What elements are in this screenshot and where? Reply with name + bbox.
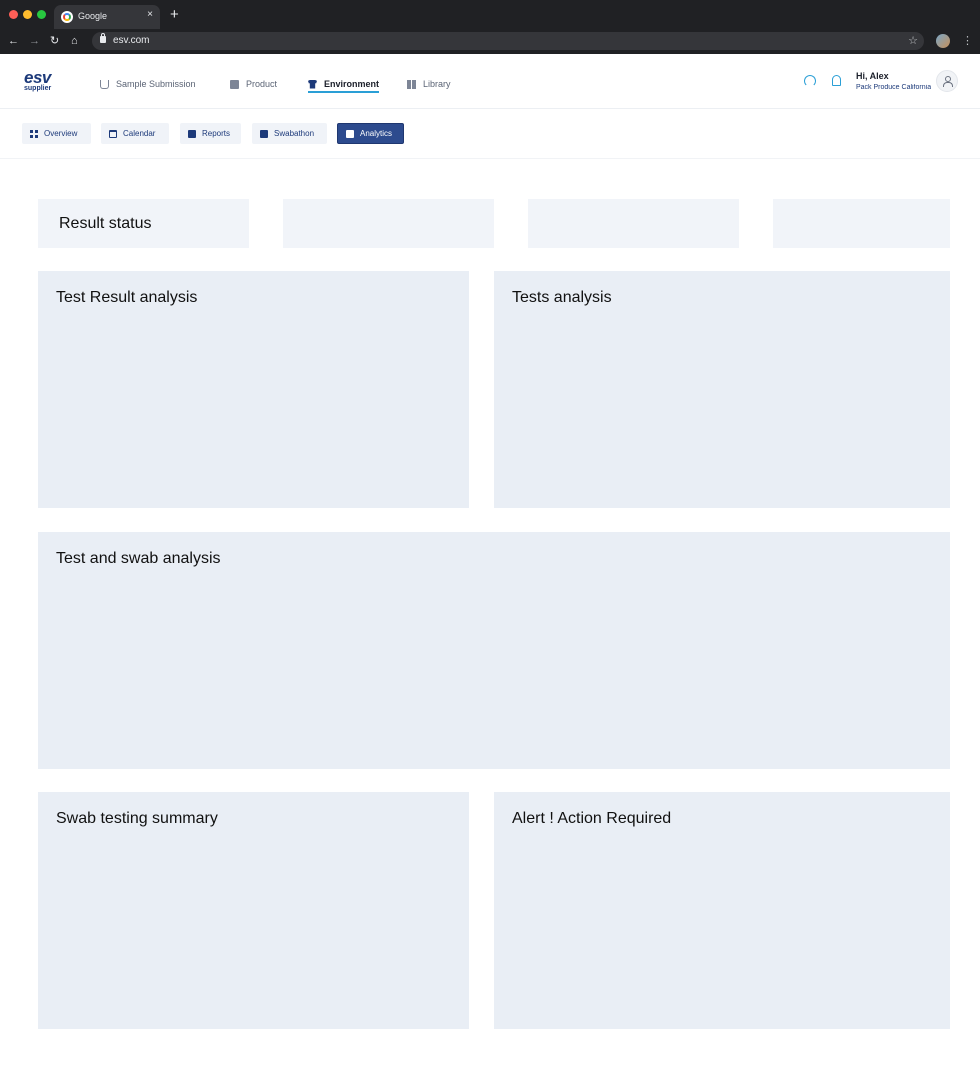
tab-analytics[interactable]: Analytics — [337, 123, 404, 144]
url-text: esv.com — [113, 35, 150, 46]
nav-label: Product — [246, 79, 278, 89]
tab-calendar[interactable]: Calendar — [101, 123, 169, 144]
tab-title: Google — [78, 11, 108, 21]
test-result-analysis-panel: Test Result analysis — [38, 271, 469, 508]
tab-label: Swabathon — [274, 129, 315, 138]
swab-testing-summary-panel: Swab testing summary — [38, 792, 469, 1029]
tab-label: Reports — [202, 129, 231, 138]
browser-menu-icon[interactable]: ⋮ — [962, 34, 973, 48]
nav-label: Environment — [324, 79, 380, 89]
status-card-placeholder — [528, 199, 739, 248]
panel-title: Alert ! Action Required — [512, 810, 672, 827]
nav-library[interactable]: Library — [407, 74, 451, 94]
support-headset-icon[interactable] — [804, 75, 816, 87]
result-status-card: Result status — [38, 199, 249, 248]
calendar-icon — [109, 129, 117, 138]
tab-overview[interactable]: Overview — [22, 123, 91, 144]
maximize-window-button[interactable] — [37, 10, 46, 19]
browser-tab[interactable]: Google × — [54, 5, 160, 29]
panel-title: Tests analysis — [512, 289, 612, 306]
nav-label: Sample Submission — [116, 79, 196, 89]
close-window-button[interactable] — [9, 10, 18, 19]
lock-icon — [100, 33, 106, 43]
nav-sample-submission[interactable]: Sample Submission — [100, 74, 196, 94]
bookmark-star-icon[interactable]: ☆ — [908, 34, 918, 47]
back-icon[interactable]: ← — [8, 34, 19, 48]
tab-label: Calendar — [123, 129, 156, 138]
card-title: Result status — [59, 215, 152, 232]
address-bar[interactable]: esv.com ☆ — [92, 32, 924, 50]
nav-product[interactable]: Product — [230, 74, 277, 94]
clipboard-icon — [188, 129, 196, 138]
grid-icon — [30, 129, 38, 138]
esv-supplier-logo[interactable]: esv supplier — [24, 68, 52, 93]
forward-icon[interactable]: → — [29, 34, 40, 48]
alert-action-required-panel: Alert ! Action Required — [494, 792, 950, 1029]
tab-label: Overview — [44, 129, 78, 138]
app-header: esv supplier Sample Submission Product E… — [0, 54, 980, 109]
new-tab-button[interactable]: + — [170, 7, 179, 23]
browser-chrome: Google × + ← → ↻ ⌂ esv.com ☆ ⋮ — [0, 0, 980, 54]
tests-analysis-panel: Tests analysis — [494, 271, 950, 508]
panel-title: Test and swab analysis — [56, 550, 221, 567]
test-and-swab-analysis-panel: Test and swab analysis — [38, 532, 950, 769]
panel-title: Swab testing summary — [56, 810, 218, 827]
user-avatar-icon[interactable] — [936, 70, 958, 92]
nav-label: Library — [423, 79, 451, 89]
sub-navigation: Overview Calendar Reports Swabathon Anal… — [0, 109, 980, 159]
tab-swabathon[interactable]: Swabathon — [252, 123, 327, 144]
google-favicon-icon — [61, 11, 73, 23]
logo-sub-text: supplier — [24, 85, 52, 92]
clipboard-icon — [260, 129, 268, 138]
user-greeting: Hi, Alex — [856, 71, 889, 81]
tab-close-icon[interactable]: × — [147, 9, 153, 20]
library-icon — [407, 79, 416, 89]
minimize-window-button[interactable] — [23, 10, 32, 19]
box-icon — [230, 79, 239, 89]
document-icon — [346, 129, 354, 138]
flask-icon — [100, 79, 109, 89]
panel-title: Test Result analysis — [56, 289, 198, 306]
status-card-placeholder — [773, 199, 950, 248]
logo-main-text: esv — [24, 68, 51, 87]
tab-label: Analytics — [360, 129, 393, 138]
reload-icon[interactable]: ↻ — [50, 34, 59, 48]
user-organization[interactable]: Pack Produce California — [856, 84, 931, 91]
shirt-icon — [308, 79, 317, 89]
browser-profile-avatar[interactable] — [936, 34, 950, 48]
notification-bell-icon[interactable] — [832, 75, 841, 86]
status-card-placeholder — [283, 199, 494, 248]
active-nav-indicator — [308, 91, 379, 93]
home-icon[interactable]: ⌂ — [71, 34, 78, 48]
tab-reports[interactable]: Reports — [180, 123, 241, 144]
